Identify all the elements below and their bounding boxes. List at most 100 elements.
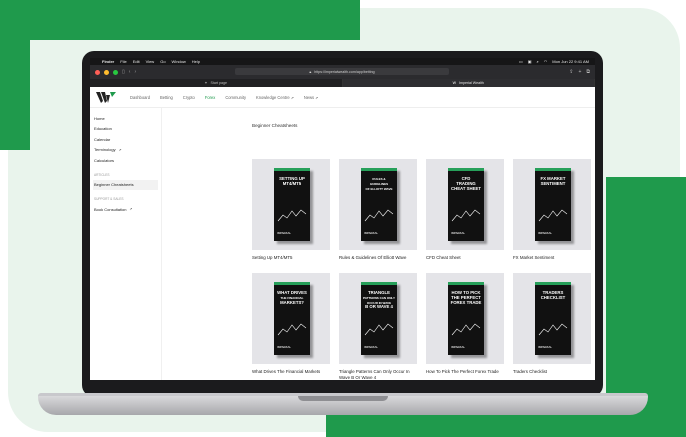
cheatsheet-caption[interactable]: Setting Up MT4/MT5 xyxy=(252,255,330,261)
sidebar-section-support: SUPPORT & SALES xyxy=(94,197,124,201)
cover-title-line: CHEAT SHEET xyxy=(450,185,481,191)
cheatsheet-thumbnail[interactable]: RULES & GUIDELINES OF ELLIOTT WAVE IMPERIA… xyxy=(339,159,417,250)
cover-title: SETTING UP MT4/MT5 xyxy=(276,176,308,187)
window-minimize-button[interactable] xyxy=(104,69,109,75)
nav-news[interactable]: News ⇗ xyxy=(304,95,318,100)
cheatsheet-card[interactable]: RULES & GUIDELINES OF ELLIOTT WAVE IMPERIA… xyxy=(339,159,417,261)
cheatsheet-thumbnail[interactable]: FX MARKET SENTIMENT IMPERIAL xyxy=(513,159,591,250)
menubar-app[interactable]: Finder xyxy=(102,59,114,64)
cheatsheet-book-cover: WHAT DRIVES THE FINANCIAL MARKETS? IMPERIAL xyxy=(274,282,310,355)
nav-forex[interactable]: Forex xyxy=(205,95,215,100)
cover-title: HOW TO PICK THE PERFECT FOREX TRADE xyxy=(450,290,482,305)
sidebar-item-home[interactable]: Home xyxy=(90,113,161,124)
new-tab-icon[interactable]: + xyxy=(579,69,582,75)
wifi-icon[interactable]: ◠ xyxy=(544,59,548,64)
address-bar[interactable]: 🔒︎ https://imperialwealth.com/app/bettin… xyxy=(235,68,449,75)
cheatsheet-thumbnail[interactable]: SETTING UP MT4/MT5 IMPERIAL xyxy=(252,159,330,250)
cheatsheet-thumbnail[interactable]: HOW TO PICK THE PERFECT FOREX TRADE IMPERIA… xyxy=(426,273,504,364)
cheatsheet-caption[interactable]: How To Pick The Perfect Forex Trade xyxy=(426,369,504,375)
control-icon[interactable]: ▣ xyxy=(528,59,532,64)
tab-overview-icon[interactable]: ⧉ xyxy=(586,69,590,75)
nav-betting[interactable]: Betting xyxy=(160,95,173,100)
cheatsheet-caption[interactable]: FX Market Sentiment xyxy=(513,255,591,261)
menu-go[interactable]: Go xyxy=(160,59,165,64)
cover-title-line: MT4/MT5 xyxy=(282,180,302,186)
laptop-screen: Finder File Edit View Go Window Help ▭ ▣… xyxy=(90,58,595,380)
cover-chart-icon xyxy=(277,323,307,336)
cover-brand-mark: IMPERIAL xyxy=(364,231,379,235)
cheatsheet-book-cover: TRADERS CHECKLIST IMPERIAL xyxy=(535,282,571,355)
menu-view[interactable]: View xyxy=(146,59,155,64)
cheatsheet-card[interactable]: WHAT DRIVES THE FINANCIAL MARKETS? IMPERIAL… xyxy=(252,273,330,375)
nav-label: Knowledge Centre xyxy=(256,94,290,100)
cheatsheet-caption[interactable]: What Drives The Financial Markets xyxy=(252,369,330,375)
browser-tabs: ✦ Start page W Imperial Wealth xyxy=(90,79,595,87)
nav-community[interactable]: Community xyxy=(225,95,246,100)
sidebar-item-calculators[interactable]: Calculators xyxy=(90,155,161,166)
menu-help[interactable]: Help xyxy=(192,59,200,64)
cover-stripe xyxy=(361,168,397,171)
cover-chart-icon xyxy=(451,209,481,222)
site-favicon-icon: W xyxy=(452,81,456,85)
cheatsheet-thumbnail[interactable]: TRADERS CHECKLIST IMPERIAL xyxy=(513,273,591,364)
cheatsheet-card[interactable]: CFD TRADING CHEAT SHEET IMPERIAL CFD Cheat S… xyxy=(426,159,504,261)
sidebar-item-terminology[interactable]: Terminology ⇗ xyxy=(90,145,161,156)
menu-file[interactable]: File xyxy=(120,59,126,64)
back-icon[interactable]: ‹ xyxy=(129,69,131,75)
nav-crypto[interactable]: Crypto xyxy=(183,95,195,100)
sidebar-item-beginner-cheatsheets[interactable]: Beginner Cheatsheets xyxy=(93,179,158,190)
cover-stripe xyxy=(274,168,310,171)
sidebar-item-calendar[interactable]: Calendar xyxy=(90,134,161,145)
cover-brand-mark: IMPERIAL xyxy=(451,231,466,235)
nav-dashboard[interactable]: Dashboard xyxy=(130,95,150,100)
menu-window[interactable]: Window xyxy=(172,59,186,64)
browser-tab-start[interactable]: ✦ Start page xyxy=(90,79,343,87)
external-link-icon: ⇗ xyxy=(129,207,133,212)
menubar-clock[interactable]: Mon Jun 22 9:41 AM xyxy=(552,59,589,64)
cheatsheet-card[interactable]: SETTING UP MT4/MT5 IMPERIAL Setting Up MT4/… xyxy=(252,159,330,261)
sidebar-section-articles: ARTICLES xyxy=(94,172,110,177)
cover-title-line: MARKETS? xyxy=(280,299,304,305)
cover-brand-mark: IMPERIAL xyxy=(277,345,292,349)
cover-title-line: FOREX TRADE xyxy=(450,299,482,305)
sidebar-toggle-icon[interactable]: ▯ xyxy=(122,69,125,75)
sidebar-item-book-consultation[interactable]: Book Consultation ⇗ xyxy=(90,204,161,215)
cover-title-line: SENTIMENT xyxy=(540,180,566,186)
cover-chart-icon xyxy=(538,209,568,222)
sidebar-item-label: Beginner Cheatsheets xyxy=(94,182,134,188)
cheatsheet-card[interactable]: HOW TO PICK THE PERFECT FOREX TRADE IMPERIA… xyxy=(426,273,504,375)
search-icon[interactable]: ⌕ xyxy=(537,59,539,64)
cover-title: CFD TRADING CHEAT SHEET xyxy=(450,176,482,191)
window-zoom-button[interactable] xyxy=(113,69,118,75)
cover-title-line: RULES & GUIDELINES xyxy=(369,177,389,186)
forward-icon[interactable]: › xyxy=(134,69,136,75)
share-icon[interactable]: ⇪ xyxy=(569,69,573,75)
cover-title: TRADERS CHECKLIST xyxy=(537,290,569,301)
battery-icon[interactable]: ▭ xyxy=(519,59,523,64)
laptop-notch xyxy=(298,396,388,401)
imperial-logo-icon[interactable] xyxy=(96,91,116,103)
site-header: Dashboard Betting Crypto Forex Community… xyxy=(90,87,595,108)
cheatsheet-card[interactable]: TRIANGLE PATTERNS CAN ONLY OCCUR IN WAVE B … xyxy=(339,273,417,380)
cover-chart-icon xyxy=(451,323,481,336)
cheatsheet-thumbnail[interactable]: CFD TRADING CHEAT SHEET IMPERIAL xyxy=(426,159,504,250)
sidebar-item-education[interactable]: Education xyxy=(90,124,161,135)
nav-knowledge-centre[interactable]: Knowledge Centre ⇗ xyxy=(256,95,294,100)
cheatsheet-caption[interactable]: CFD Cheat Sheet xyxy=(426,255,504,261)
cover-brand-mark: IMPERIAL xyxy=(538,231,553,235)
cheatsheet-thumbnail[interactable]: WHAT DRIVES THE FINANCIAL MARKETS? IMPERIAL xyxy=(252,273,330,364)
cheatsheet-caption[interactable]: Triangle Patterns Can Only Occur In Wave… xyxy=(339,369,417,380)
cheatsheet-card[interactable]: FX MARKET SENTIMENT IMPERIAL FX Market Sent… xyxy=(513,159,591,261)
cheatsheet-card[interactable]: TRADERS CHECKLIST IMPERIAL Traders Checklis… xyxy=(513,273,591,375)
cheatsheet-caption[interactable]: Rules & Guidelines Of Elliott Wave xyxy=(339,255,417,261)
cheatsheet-thumbnail[interactable]: TRIANGLE PATTERNS CAN ONLY OCCUR IN WAVE B … xyxy=(339,273,417,364)
external-link-icon: ⇗ xyxy=(315,95,319,100)
cover-title-line: OF ELLIOTT WAVE xyxy=(365,186,393,191)
browser-tab-imperial[interactable]: W Imperial Wealth xyxy=(342,79,595,87)
window-close-button[interactable] xyxy=(95,69,100,75)
cheatsheet-caption[interactable]: Traders Checklist xyxy=(513,369,591,375)
menu-edit[interactable]: Edit xyxy=(133,59,140,64)
cover-stripe xyxy=(274,282,310,285)
cover-brand-mark: IMPERIAL xyxy=(364,345,379,349)
address-url: https://imperialwealth.com/app/betting xyxy=(314,69,375,74)
